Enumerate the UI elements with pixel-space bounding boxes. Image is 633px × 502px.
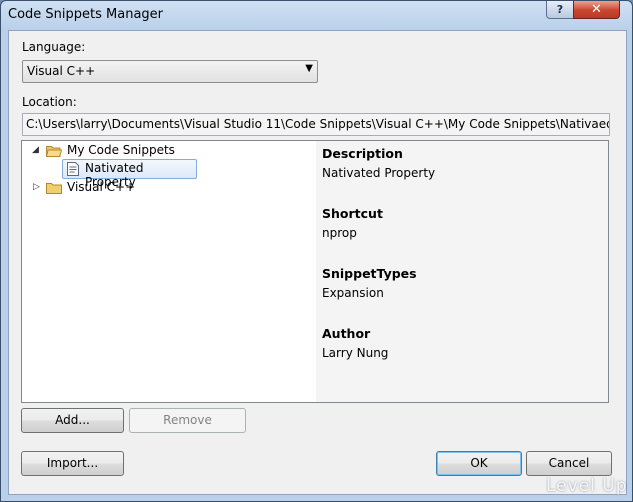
language-selected-value: Visual C++	[27, 64, 96, 78]
ok-button[interactable]: OK	[436, 451, 522, 476]
tree-item-label: My Code Snippets	[67, 143, 175, 157]
shortcut-value: nprop	[322, 226, 357, 240]
language-dropdown[interactable]: Visual C++ ▼	[22, 60, 318, 83]
description-value: Nativated Property	[322, 166, 436, 180]
tree-item-visual-cpp[interactable]: ▷ Visual C++	[22, 179, 314, 197]
shortcut-heading: Shortcut	[322, 206, 383, 221]
location-label: Location:	[22, 95, 77, 109]
folder-open-icon	[46, 146, 62, 157]
location-path-field[interactable]: C:\Users\larry\Documents\Visual Studio 1…	[22, 113, 610, 136]
title-bar[interactable]: Code Snippets Manager ? ✕	[1, 1, 632, 29]
collapsed-arrow-icon[interactable]: ▷	[33, 182, 40, 192]
cancel-button[interactable]: Cancel	[526, 451, 612, 476]
author-value: Larry Nung	[322, 346, 389, 360]
window-title: Code Snippets Manager	[8, 7, 164, 22]
description-heading: Description	[322, 146, 403, 161]
dialog-client-area: Language: Visual C++ ▼ Location: C:\User…	[8, 30, 627, 495]
chevron-down-icon: ▼	[305, 63, 313, 74]
import-button[interactable]: Import...	[21, 451, 124, 476]
snippet-tree[interactable]: ◢ My Code Snippets Nativated Property ▷	[21, 140, 317, 403]
tree-item-my-code-snippets[interactable]: ◢ My Code Snippets	[22, 142, 314, 160]
help-icon: ?	[556, 3, 564, 16]
folder-icon	[46, 183, 62, 194]
add-button[interactable]: Add...	[21, 408, 124, 433]
snippet-types-value: Expansion	[322, 286, 384, 300]
author-heading: Author	[322, 326, 371, 341]
dialog-window: Code Snippets Manager ? ✕ Language: Visu…	[0, 0, 633, 502]
snippet-file-icon	[67, 162, 79, 176]
help-button[interactable]: ?	[546, 1, 574, 19]
tree-item-label: Visual C++	[67, 180, 136, 194]
tree-item-nativated-property[interactable]: Nativated Property	[62, 159, 197, 189]
snippet-types-heading: SnippetTypes	[322, 266, 417, 281]
language-label: Language:	[22, 40, 86, 54]
remove-button[interactable]: Remove	[129, 408, 246, 433]
location-path-text: C:\Users\larry\Documents\Visual Studio 1…	[26, 117, 610, 131]
expanded-arrow-icon[interactable]: ◢	[32, 145, 39, 155]
close-icon: ✕	[591, 2, 602, 17]
close-button[interactable]: ✕	[573, 1, 620, 19]
watermark-text: Level Up	[546, 476, 628, 496]
snippet-details-panel: Description Nativated Property Shortcut …	[316, 140, 609, 403]
